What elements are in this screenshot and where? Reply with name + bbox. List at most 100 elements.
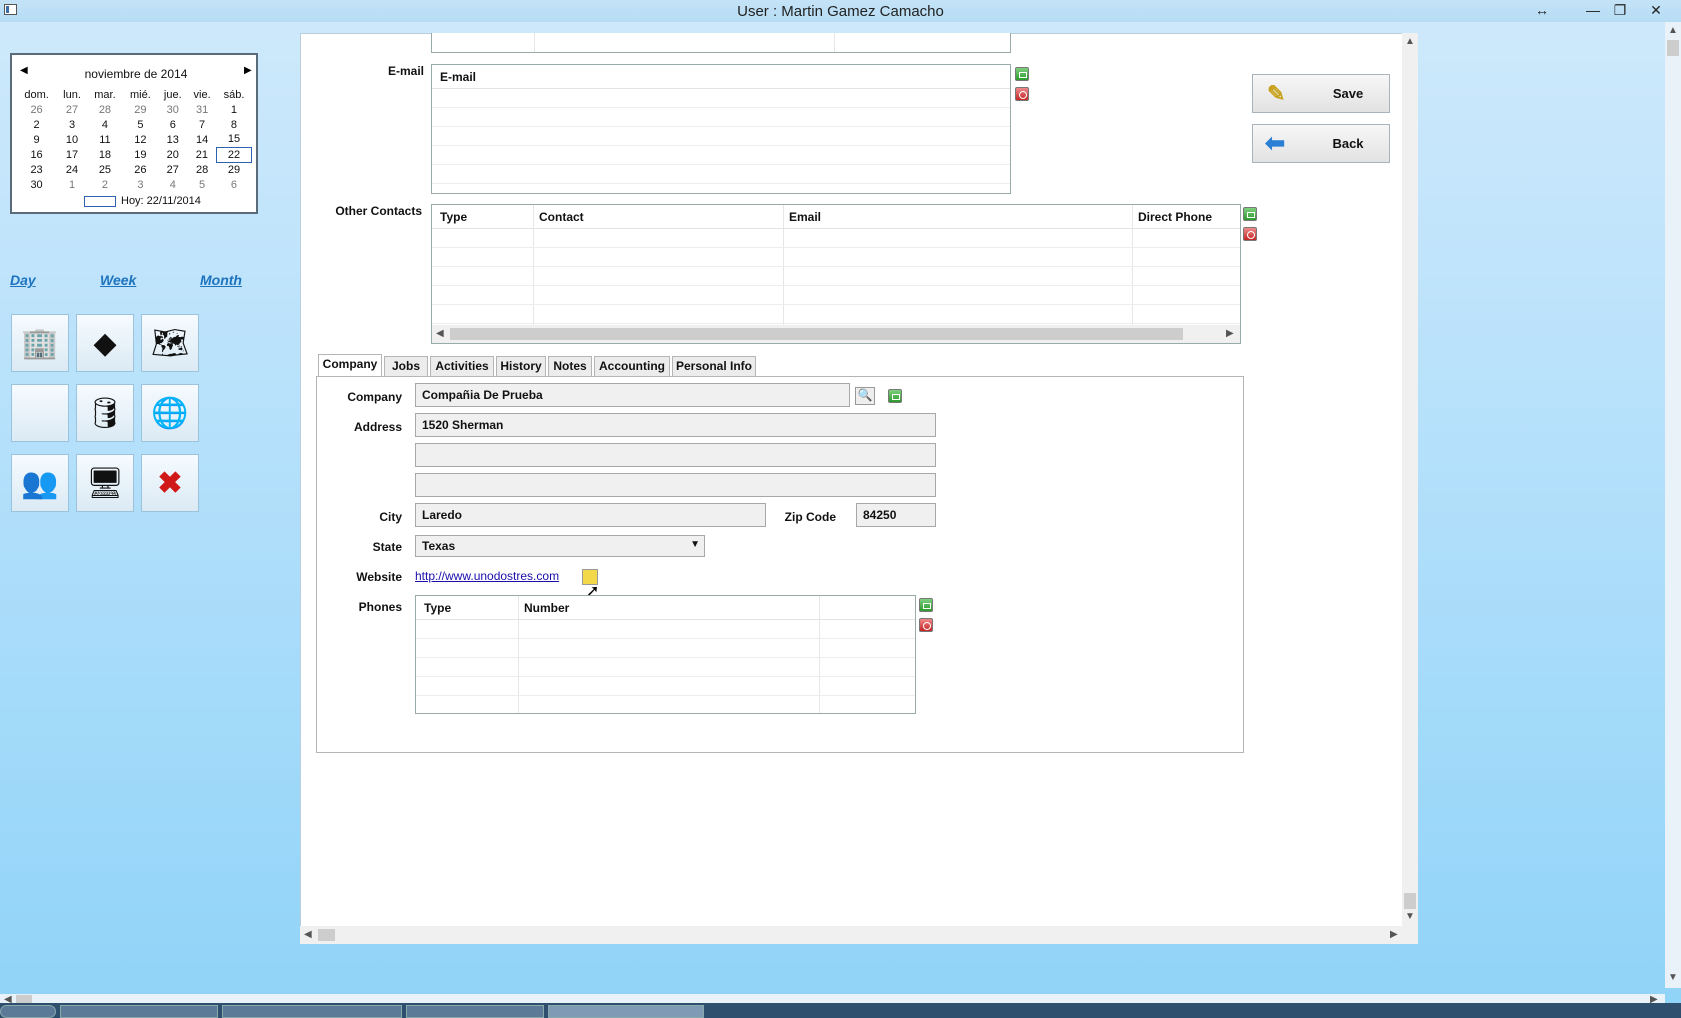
calendar-day[interactable]: 4 [87, 117, 123, 132]
tab-jobs[interactable]: Jobs [384, 356, 428, 376]
database-icon[interactable]: 🛢 [76, 384, 134, 442]
calendar-day[interactable]: 1 [216, 102, 251, 117]
calendar-day[interactable]: 18 [87, 147, 123, 162]
calendar-day-selected[interactable]: 22 [215, 146, 253, 163]
calendar-day[interactable]: 5 [188, 177, 217, 192]
add-contact-button[interactable] [1243, 207, 1257, 221]
add-company-button[interactable] [888, 389, 902, 403]
calendar-day[interactable]: 24 [57, 162, 87, 177]
calendar-day[interactable]: 3 [123, 177, 158, 192]
calendar-day[interactable]: 27 [57, 102, 87, 117]
tab-activities[interactable]: Activities [430, 356, 494, 376]
calendar-day[interactable]: 30 [158, 102, 188, 117]
state-select[interactable]: Texas ▼ [415, 535, 705, 557]
calendar-day[interactable]: 9 [16, 132, 57, 147]
calendar-day[interactable]: 29 [123, 102, 158, 117]
zip-code-field[interactable]: 84250 [856, 503, 936, 527]
calendar-day[interactable]: 16 [16, 147, 57, 162]
scroll-left-icon[interactable]: ◀ [304, 929, 312, 940]
calendar-day[interactable]: 25 [87, 162, 123, 177]
delete-contact-button[interactable] [1243, 227, 1257, 241]
calendar-day[interactable]: 23 [16, 162, 57, 177]
calendar-day[interactable]: 15 [216, 132, 251, 147]
map-icon[interactable]: 🗺 [141, 314, 199, 372]
globe-download-icon[interactable]: 🌐 [141, 384, 199, 442]
minimize-button[interactable]: — [1579, 0, 1607, 20]
calendar-day[interactable]: 6 [158, 117, 188, 132]
calendar-day[interactable]: 31 [188, 102, 217, 117]
calendar-day[interactable]: 12 [123, 132, 158, 147]
scroll-down-icon[interactable]: ▼ [1405, 911, 1415, 922]
tab-notes[interactable]: Notes [548, 356, 592, 376]
contacts-icon[interactable]: 👥 [11, 454, 69, 512]
calendar-day[interactable]: 19 [123, 147, 158, 162]
month-view-link[interactable]: Month [200, 272, 242, 288]
email-grid[interactable]: E-mail [431, 64, 1011, 194]
taskbar-item-active[interactable] [548, 1005, 704, 1018]
main-vscrollbar[interactable]: ▲ ▼ [1402, 33, 1418, 926]
calendar-day[interactable]: 27 [158, 162, 188, 177]
calendar-day[interactable]: 21 [188, 147, 217, 162]
server-icon[interactable]: 🖥 [76, 454, 134, 512]
tab-personal-info[interactable]: Personal Info [672, 356, 756, 376]
calendar-day[interactable]: 2 [87, 177, 123, 192]
calendar-day[interactable]: 2 [16, 117, 57, 132]
address-line3-field[interactable] [415, 473, 936, 497]
delete-email-button[interactable] [1015, 87, 1029, 101]
scroll-thumb[interactable] [16, 995, 32, 1003]
calendar-day[interactable]: 29 [216, 162, 251, 177]
tab-history[interactable]: History [496, 356, 546, 376]
scroll-right-icon[interactable]: ▶ [1390, 929, 1398, 940]
calendar-day[interactable]: 28 [188, 162, 217, 177]
add-phone-button[interactable] [919, 598, 933, 612]
calendar-day[interactable]: 3 [57, 117, 87, 132]
calendar-day[interactable]: 10 [57, 132, 87, 147]
calendar-day[interactable]: 5 [123, 117, 158, 132]
resize-icon[interactable]: ↔ [1528, 0, 1556, 20]
other-contacts-hscrollbar[interactable]: ◀ ▶ [432, 325, 1240, 343]
calendar-day[interactable]: 4 [158, 177, 188, 192]
calendar-day[interactable]: 26 [16, 102, 57, 117]
today-link[interactable]: Hoy: 22/11/2014 [84, 195, 201, 207]
scroll-thumb[interactable] [1404, 893, 1416, 909]
calendar-day[interactable]: 11 [87, 132, 123, 147]
close-button[interactable]: ✕ [1642, 0, 1670, 20]
website-link[interactable]: http://www.unodostres.com [415, 569, 559, 583]
maximize-button[interactable]: ❐ [1606, 0, 1634, 20]
city-field[interactable]: Laredo [415, 503, 766, 527]
calendar-day[interactable]: 8 [216, 117, 251, 132]
phones-grid[interactable]: Type Number [415, 595, 916, 714]
back-button[interactable]: ⬅ Back [1252, 124, 1390, 163]
other-contacts-grid[interactable]: Type Contact Email Direct Phone ◀ ▶ [431, 204, 1241, 344]
taskbar-item[interactable] [60, 1005, 218, 1018]
scroll-thumb[interactable] [318, 929, 335, 941]
tool-icon[interactable]: ◆ [76, 314, 134, 372]
calendar-day[interactable]: 20 [158, 147, 188, 162]
calendar-day[interactable]: 17 [57, 147, 87, 162]
scroll-left-icon[interactable]: ◀ [436, 328, 444, 339]
start-button[interactable] [0, 1005, 56, 1018]
calendar-day[interactable]: 13 [158, 132, 188, 147]
scroll-up-icon[interactable]: ▲ [1668, 25, 1678, 36]
delete-phone-button[interactable] [919, 618, 933, 632]
save-button[interactable]: ✎ Save [1252, 74, 1390, 113]
tab-accounting[interactable]: Accounting [594, 356, 670, 376]
calendar-day[interactable]: 30 [16, 177, 57, 192]
scroll-right-icon[interactable]: ▶ [1226, 328, 1234, 339]
calendar-day[interactable]: 28 [87, 102, 123, 117]
calendar-day[interactable]: 14 [188, 132, 217, 147]
main-hscrollbar[interactable]: ◀ ▶ [300, 926, 1418, 944]
search-icon[interactable]: 🔍 [855, 387, 875, 405]
calendar-day[interactable]: 1 [57, 177, 87, 192]
address-line1-field[interactable]: 1520 Sherman [415, 413, 936, 437]
week-view-link[interactable]: Week [100, 272, 136, 288]
scroll-down-icon[interactable]: ▼ [1668, 972, 1678, 983]
address-line2-field[interactable] [415, 443, 936, 467]
scroll-thumb[interactable] [450, 328, 1183, 340]
add-email-button[interactable] [1015, 67, 1029, 81]
calendar-day[interactable]: 7 [188, 117, 217, 132]
tab-company[interactable]: Company [318, 354, 382, 376]
window-vscrollbar[interactable]: ▲ ▼ [1665, 22, 1681, 988]
scroll-thumb[interactable] [1667, 40, 1679, 56]
building-icon[interactable]: 🏢 [11, 314, 69, 372]
